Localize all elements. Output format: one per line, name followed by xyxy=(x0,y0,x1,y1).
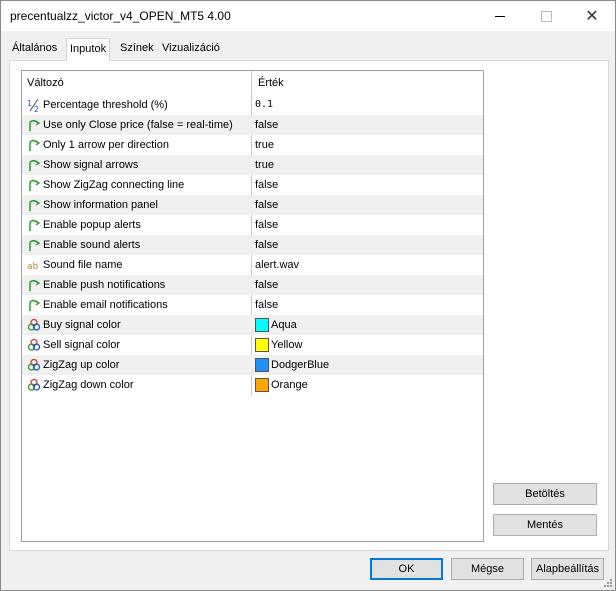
parameter-value[interactable]: Aqua xyxy=(271,319,297,331)
table-row[interactable]: Buy signal color Aqua xyxy=(22,315,483,335)
svg-text:2: 2 xyxy=(34,105,39,112)
parameter-name: ZigZag down color xyxy=(43,379,134,391)
color-swatch[interactable] xyxy=(255,338,269,352)
tab-visualization[interactable]: Vizualizáció xyxy=(159,38,223,59)
parameter-value[interactable]: true xyxy=(255,159,274,171)
boolean-icon xyxy=(27,178,41,192)
fraction-icon: 12 xyxy=(27,98,41,114)
close-icon: ✕ xyxy=(585,6,599,25)
string-icon: ab xyxy=(27,258,41,272)
color-swatch[interactable] xyxy=(255,358,269,372)
resize-grip-icon[interactable] xyxy=(602,577,612,587)
defaults-button[interactable]: Alapbeállítás xyxy=(531,558,604,580)
parameter-name: Percentage threshold (%) xyxy=(43,99,168,111)
minimize-icon xyxy=(495,15,505,17)
boolean-icon xyxy=(27,158,41,172)
parameter-value[interactable]: false xyxy=(255,299,278,311)
boolean-icon xyxy=(27,198,41,212)
table-row[interactable]: Show information panel false xyxy=(22,195,483,215)
boolean-icon xyxy=(27,138,41,152)
svg-text:1: 1 xyxy=(27,99,32,108)
inputs-panel: Változó Érték 1 2 Percentage threshold (%)… xyxy=(9,60,609,551)
tab-general[interactable]: Általános xyxy=(9,38,60,59)
parameter-name: Show ZigZag connecting line xyxy=(43,179,185,191)
load-button[interactable]: Betöltés xyxy=(493,483,597,505)
dialog-window: precentualzz_victor_v4_OPEN_MT5 4.00 ✕ Á… xyxy=(0,0,616,591)
cancel-button[interactable]: Mégse xyxy=(451,558,524,580)
table-row[interactable]: Sell signal color Yellow xyxy=(22,335,483,355)
parameter-name: Enable popup alerts xyxy=(43,219,141,231)
table-row[interactable]: Enable popup alerts false xyxy=(22,215,483,235)
table-row[interactable]: Enable sound alerts false xyxy=(22,235,483,255)
parameter-name: Sell signal color xyxy=(43,339,121,351)
parameter-value[interactable]: false xyxy=(255,179,278,191)
parameter-value[interactable]: false xyxy=(255,199,278,211)
table-row[interactable]: ZigZag down color Orange xyxy=(22,375,483,395)
parameter-name: Use only Close price (false = real-time) xyxy=(43,119,233,131)
table-row[interactable]: ab Sound file name alert.wav xyxy=(22,255,483,275)
boolean-icon xyxy=(27,118,41,132)
parameter-name: Show signal arrows xyxy=(43,159,139,171)
column-header-variable[interactable]: Változó xyxy=(27,77,64,89)
parameter-name: Show information panel xyxy=(43,199,158,211)
window-title: precentualzz_victor_v4_OPEN_MT5 4.00 xyxy=(10,9,231,23)
title-bar: precentualzz_victor_v4_OPEN_MT5 4.00 ✕ xyxy=(1,1,615,31)
parameter-name: Enable email notifications xyxy=(43,299,168,311)
table-row[interactable]: ZigZag up color DodgerBlue xyxy=(22,355,483,375)
color-icon xyxy=(27,358,41,372)
color-swatch[interactable] xyxy=(255,318,269,332)
column-header-value[interactable]: Érték xyxy=(258,77,284,89)
color-icon xyxy=(27,338,41,352)
table-row[interactable]: Only 1 arrow per direction true xyxy=(22,135,483,155)
parameter-value[interactable]: 0.1 xyxy=(255,99,273,110)
parameter-value[interactable]: false xyxy=(255,219,278,231)
inputs-table: Változó Érték 1 2 Percentage threshold (%)… xyxy=(21,70,484,542)
parameter-value[interactable]: false xyxy=(255,119,278,131)
boolean-icon xyxy=(27,278,41,292)
parameter-value[interactable]: false xyxy=(255,239,278,251)
color-swatch[interactable] xyxy=(255,378,269,392)
table-row[interactable]: Enable push notifications false xyxy=(22,275,483,295)
table-row[interactable]: Show signal arrows true xyxy=(22,155,483,175)
maximize-icon xyxy=(540,10,552,22)
parameter-value[interactable]: DodgerBlue xyxy=(271,359,329,371)
boolean-icon xyxy=(27,298,41,312)
table-row[interactable]: 1 2 Percentage threshold (%) 0.1 xyxy=(22,95,483,115)
color-icon xyxy=(27,318,41,332)
tab-colors[interactable]: Színek xyxy=(117,38,157,59)
color-icon xyxy=(27,378,41,392)
table-header: Változó Érték xyxy=(22,71,483,95)
parameter-value[interactable]: alert.wav xyxy=(255,259,299,271)
save-button[interactable]: Mentés xyxy=(493,514,597,536)
tab-inputs[interactable]: Inputok xyxy=(66,38,111,61)
table-row[interactable]: Use only Close price (false = real-time)… xyxy=(22,115,483,135)
parameter-value[interactable]: true xyxy=(255,139,274,151)
boolean-icon xyxy=(27,238,41,252)
boolean-icon xyxy=(27,218,41,232)
parameter-name: Sound file name xyxy=(43,259,123,271)
parameter-value[interactable]: Orange xyxy=(271,379,308,391)
parameter-value[interactable]: false xyxy=(255,279,278,291)
parameter-name: Enable push notifications xyxy=(43,279,166,291)
parameter-name: Only 1 arrow per direction xyxy=(43,139,169,151)
svg-text:ab: ab xyxy=(27,262,39,272)
parameter-name: Enable sound alerts xyxy=(43,239,141,251)
table-row[interactable]: Enable email notifications false xyxy=(22,295,483,315)
ok-button[interactable]: OK xyxy=(370,558,443,580)
parameter-value[interactable]: Yellow xyxy=(271,339,302,351)
maximize-button[interactable] xyxy=(523,1,569,31)
table-row[interactable]: Show ZigZag connecting line false xyxy=(22,175,483,195)
minimize-button[interactable] xyxy=(477,1,523,31)
parameter-name: Buy signal color xyxy=(43,319,121,331)
close-button[interactable]: ✕ xyxy=(569,1,615,31)
parameter-name: ZigZag up color xyxy=(43,359,120,371)
